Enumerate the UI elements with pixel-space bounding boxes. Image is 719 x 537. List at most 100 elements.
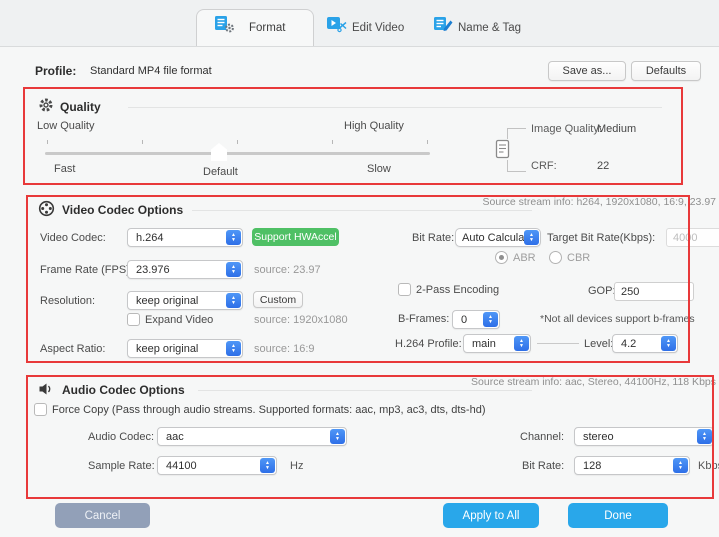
cancel-button[interactable]: Cancel [55, 503, 150, 528]
slider-tick [142, 140, 143, 144]
tab-format-label[interactable]: Format [249, 22, 285, 34]
done-button[interactable]: Done [568, 503, 668, 528]
low-quality-label: Low Quality [37, 120, 94, 132]
stepper-icon [661, 336, 676, 351]
quality-gear-icon [38, 97, 54, 113]
resolution-label: Resolution: [40, 295, 95, 307]
target-bitrate-label: Target Bit Rate(Kbps): [547, 232, 655, 244]
save-as-button[interactable]: Save as... [548, 61, 626, 81]
hwaccel-button[interactable]: Support HWAccel [252, 228, 339, 246]
edit-video-tab-icon [326, 15, 348, 33]
fast-label: Fast [54, 163, 75, 175]
h264-level-connector [537, 343, 579, 344]
stepper-icon [226, 262, 241, 277]
video-options-title: Video Codec Options [62, 203, 183, 217]
bitrate-label: Bit Rate: [412, 232, 454, 244]
resolution-value: keep original [136, 295, 198, 307]
bracket-line [507, 171, 526, 172]
audio-codec-label: Audio Codec: [88, 431, 154, 443]
force-copy-label: Force Copy (Pass through audio streams. … [52, 404, 485, 416]
tab-name-tag-label[interactable]: Name & Tag [458, 22, 521, 34]
stepper-icon [226, 341, 241, 356]
audio-bitrate-unit: Kbps [698, 460, 719, 472]
force-copy-checkbox[interactable] [34, 403, 47, 416]
expand-video-label: Expand Video [145, 314, 213, 326]
slider-tick [237, 140, 238, 144]
audio-divider [198, 390, 532, 391]
tab-edit-video-label[interactable]: Edit Video [352, 22, 404, 34]
bracket-line [507, 128, 508, 139]
audio-bitrate-label: Bit Rate: [522, 460, 564, 472]
quality-annotation-box [23, 87, 683, 185]
audio-source-info: Source stream info: aac, Stereo, 44100Hz… [471, 376, 716, 388]
film-reel-icon [38, 200, 55, 217]
h264-profile-label: H.264 Profile: [395, 338, 462, 350]
aspect-label: Aspect Ratio: [40, 343, 105, 355]
speaker-icon [38, 381, 55, 397]
level-label: Level: [584, 338, 613, 350]
video-divider [192, 210, 532, 211]
slider-tick [47, 140, 48, 144]
quality-slider-track[interactable] [45, 152, 430, 155]
slow-label: Slow [367, 163, 391, 175]
stepper-icon [514, 336, 529, 351]
bframes-value: 0 [461, 314, 467, 326]
video-codec-value: h.264 [136, 232, 164, 244]
bitrate-select[interactable]: Auto Calculate [455, 228, 541, 247]
format-settings-dialog: Format Edit Video Name & Tag Profile: St… [0, 0, 719, 537]
crf-value: 22 [597, 160, 609, 172]
framerate-select[interactable]: 23.976 [127, 260, 243, 279]
aspect-select[interactable]: keep original [127, 339, 243, 358]
apply-to-all-button[interactable]: Apply to All [443, 503, 539, 528]
gop-input[interactable] [614, 282, 694, 301]
custom-button[interactable]: Custom [253, 291, 303, 308]
samplerate-label: Sample Rate: [88, 460, 155, 472]
stepper-icon [673, 458, 688, 473]
profile-value: Standard MP4 file format [90, 65, 212, 77]
expand-video-checkbox[interactable] [127, 313, 140, 326]
aspect-value: keep original [136, 343, 198, 355]
resolution-select[interactable]: keep original [127, 291, 243, 310]
level-select[interactable]: 4.2 [612, 334, 678, 353]
quality-slider-thumb[interactable] [211, 143, 227, 161]
slider-tick [332, 140, 333, 144]
video-codec-select[interactable]: h.264 [127, 228, 243, 247]
samplerate-value: 44100 [166, 460, 197, 472]
target-bitrate-input[interactable] [666, 228, 719, 247]
crf-label: CRF: [531, 160, 557, 172]
framerate-source: source: 23.97 [254, 264, 321, 276]
quality-divider [128, 107, 662, 108]
stepper-icon [524, 230, 539, 245]
level-value: 4.2 [621, 338, 636, 350]
abr-radio[interactable] [495, 251, 508, 264]
channel-select[interactable]: stereo [574, 427, 714, 446]
aspect-source: source: 16:9 [254, 343, 315, 355]
video-codec-label: Video Codec: [40, 232, 106, 244]
audio-codec-select[interactable]: aac [157, 427, 347, 446]
twopass-label: 2-Pass Encoding [416, 284, 499, 296]
stepper-icon [697, 429, 712, 444]
stepper-icon [226, 293, 241, 308]
twopass-checkbox[interactable] [398, 283, 411, 296]
samplerate-select[interactable]: 44100 [157, 456, 277, 475]
audio-bitrate-value: 128 [583, 460, 601, 472]
document-icon [495, 139, 510, 159]
stepper-icon [226, 230, 241, 245]
video-source-info: Source stream info: h264, 1920x1080, 16:… [483, 196, 717, 208]
framerate-value: 23.976 [136, 264, 170, 276]
audio-bitrate-select[interactable]: 128 [574, 456, 690, 475]
stepper-icon [260, 458, 275, 473]
bframes-select[interactable]: 0 [452, 310, 500, 329]
h264-profile-select[interactable]: main [463, 334, 531, 353]
tab-bar: Format Edit Video Name & Tag [0, 0, 719, 47]
framerate-label: Frame Rate (FPS): [40, 264, 133, 276]
bframes-note: *Not all devices support b-frames [540, 313, 695, 325]
cbr-radio[interactable] [549, 251, 562, 264]
channel-value: stereo [583, 431, 614, 443]
format-tab-icon [214, 15, 235, 33]
bracket-line [507, 128, 526, 129]
high-quality-label: High Quality [344, 120, 404, 132]
resolution-source: source: 1920x1080 [254, 314, 348, 326]
slider-tick [427, 140, 428, 144]
defaults-button[interactable]: Defaults [631, 61, 701, 81]
